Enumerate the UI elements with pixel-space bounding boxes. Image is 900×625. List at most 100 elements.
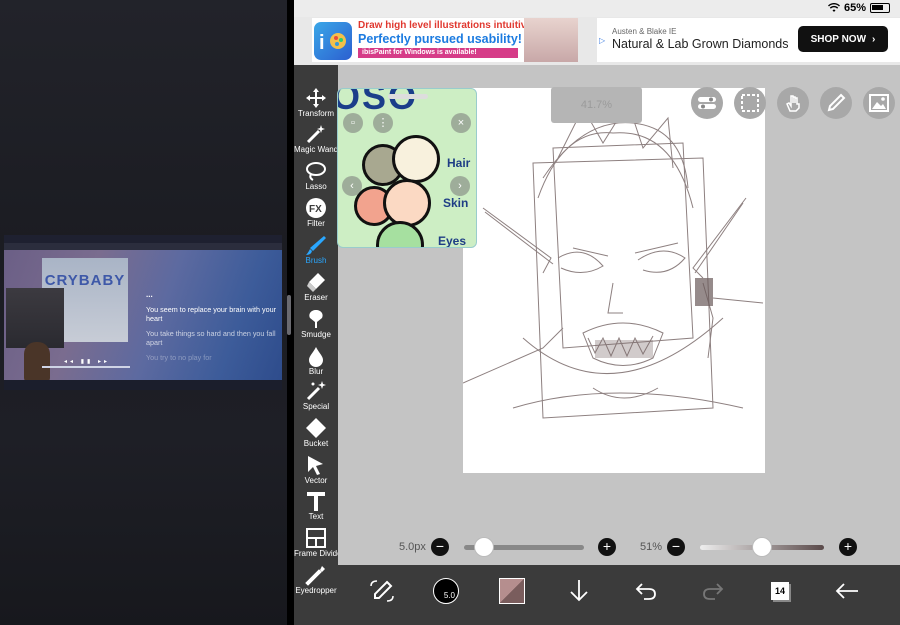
skin-label: Skin (443, 196, 469, 210)
swatch-hair-light[interactable] (392, 135, 440, 183)
playback-controls[interactable]: ◂◂ ▮▮ ▸▸ (64, 358, 110, 365)
status-indicators: 65% (827, 2, 890, 14)
swap-tool-button[interactable] (364, 573, 400, 609)
brush-size-decrease-button[interactable]: − (431, 538, 449, 556)
tool-blur[interactable]: Blur (294, 343, 338, 379)
ad-banner[interactable]: i Draw high level illustrations intuitiv… (294, 17, 900, 65)
layers-button[interactable]: 14 (762, 573, 798, 609)
panel-drag-handle[interactable] (388, 94, 428, 99)
brush-size-label: 5.0 (443, 591, 455, 600)
ad-headline: Natural & Lab Grown Diamonds (612, 37, 789, 51)
back-button[interactable] (829, 573, 865, 609)
tool-frame-divider[interactable]: Frame Divider (294, 525, 345, 561)
shop-now-label: SHOP NOW (810, 33, 867, 45)
tool-eraser[interactable]: Eraser (294, 269, 338, 305)
blur-drop-icon (309, 347, 323, 367)
ibispaint-app: 65% i Draw high level illustrations intu… (294, 0, 900, 625)
tool-filter[interactable]: FX Filter (294, 195, 338, 231)
split-view-handle[interactable] (287, 295, 291, 335)
person-silhouette (24, 342, 50, 382)
mini-video-content: CRYBABY ... You seem to replace your bra… (4, 250, 282, 382)
tool-label: Brush (305, 256, 327, 265)
panel-menu-button[interactable]: ⋮ (373, 113, 393, 133)
zoom-indicator: 41.7% (551, 87, 642, 123)
ad-line-1: Draw high level illustrations intuitivel… (358, 20, 544, 31)
undo-button[interactable] (628, 573, 664, 609)
tool-label: Smudge (301, 330, 331, 339)
tool-eyedropper[interactable]: Eyedropper (294, 562, 338, 598)
brush-settings-button[interactable]: 5.0 (428, 573, 464, 609)
vector-arrow-icon (308, 456, 323, 475)
tool-palette: Transform Magic Wand Lasso FX Filter Bru… (294, 65, 345, 625)
brush-slider-row: 5.0px − + 51% − + (338, 532, 900, 562)
drawing-canvas[interactable] (462, 88, 765, 473)
tool-brush[interactable]: Brush (294, 232, 338, 268)
tool-text[interactable]: Text (294, 488, 338, 524)
diamonds-ad[interactable]: ▷ Austen & Blake IE Natural & Lab Grown … (597, 18, 900, 62)
brush-opacity-increase-button[interactable]: + (839, 538, 857, 556)
lyric-dots: ... (146, 290, 153, 299)
playback-progress[interactable] (42, 366, 130, 368)
eyes-label: Eyes (438, 234, 467, 248)
fx-icon: FX (306, 198, 326, 218)
image-icon (869, 94, 889, 112)
brush-opacity-thumb[interactable] (752, 537, 772, 557)
tool-vector[interactable]: Vector (294, 452, 338, 488)
sketch-drawing (462, 101, 764, 419)
ad-anime-illustration (524, 18, 578, 62)
special-icon (306, 381, 326, 401)
lyric-line: You seem to replace your brain with your… (146, 305, 276, 323)
ad-brand: Austen & Blake IE (612, 27, 677, 36)
chevron-right-icon: › (872, 33, 876, 45)
left-multitask-pane: CRYBABY ... You seem to replace your bra… (0, 0, 287, 625)
swatch-skin-base[interactable] (383, 179, 431, 227)
arrow-left-icon (835, 583, 858, 599)
pencil-icon (827, 93, 846, 112)
brush-opacity-decrease-button[interactable]: − (667, 538, 685, 556)
tool-label: Blur (308, 367, 324, 376)
reference-image-button[interactable] (863, 87, 895, 119)
pen-settings-button[interactable] (820, 87, 852, 119)
svg-text:i: i (319, 32, 325, 54)
ibispaint-ad[interactable]: i Draw high level illustrations intuitiv… (312, 18, 578, 62)
tool-special[interactable]: Special (294, 378, 338, 414)
text-icon (307, 492, 325, 511)
hair-label: Hair (447, 156, 471, 170)
swatch-eyes[interactable] (376, 221, 424, 247)
tool-label: Filter (307, 219, 325, 228)
ibispaint-logo-icon: i (314, 22, 352, 60)
tool-smudge[interactable]: Smudge (294, 306, 338, 342)
layer-toggle-button[interactable] (691, 87, 723, 119)
mini-video-window[interactable]: CRYBABY ... You seem to replace your bra… (4, 235, 282, 390)
color-button[interactable] (494, 573, 530, 609)
panel-next-button[interactable]: › (450, 176, 470, 196)
tool-magic-wand[interactable]: Magic Wand (294, 121, 338, 157)
hand-icon (786, 95, 800, 112)
download-button[interactable] (561, 573, 597, 609)
swap-pencil-icon (370, 580, 394, 602)
brush-size-increase-button[interactable]: + (598, 538, 616, 556)
panel-close-button[interactable]: × (451, 113, 471, 133)
shop-now-button[interactable]: SHOP NOW › (798, 26, 888, 52)
redo-button[interactable] (695, 573, 731, 609)
tool-label: Frame Divider (294, 549, 345, 558)
tool-label: Magic Wand (294, 145, 339, 154)
brush-size-thumb[interactable] (474, 537, 494, 557)
brush-opacity-value: 51% (640, 541, 663, 553)
tool-lasso[interactable]: Lasso (294, 158, 338, 194)
bottom-action-bar: 5.0 14 (338, 565, 900, 625)
toggle-icon (698, 97, 716, 109)
tool-label: Eyedropper (295, 586, 337, 595)
eraser-icon (307, 273, 325, 292)
tool-bucket[interactable]: Bucket (294, 415, 338, 451)
hand-tool-button[interactable] (777, 87, 809, 119)
brush-size-circle: 5.0 (433, 578, 459, 604)
ad-choices-icon[interactable]: ▷ (599, 36, 605, 45)
color-reference-panel[interactable]: OSO ▫ ⋮ × ‹ › Hair Skin Eyes (337, 88, 477, 248)
brush-size-value: 5.0px (399, 541, 426, 553)
selection-button[interactable] (734, 87, 766, 119)
tool-label: Transform (297, 109, 335, 118)
tool-transform[interactable]: Transform (294, 85, 338, 121)
lasso-icon (306, 162, 326, 181)
panel-minimize-button[interactable]: ▫ (343, 113, 363, 133)
